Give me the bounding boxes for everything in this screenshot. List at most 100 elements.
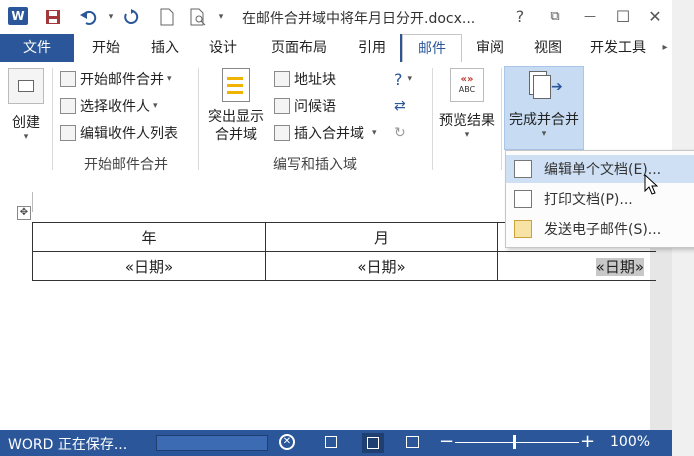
cell-date-year[interactable]: «日期» [32, 251, 266, 281]
select-recipients-button[interactable]: 选择收件人 ▾ [60, 95, 158, 117]
tab-file[interactable]: 文件 [0, 34, 74, 62]
group-divider [198, 68, 199, 170]
header-cell-year[interactable]: 年 [32, 222, 266, 252]
highlight-label-line1: 突出显示 [208, 109, 264, 125]
chevron-down-icon: ▾ [167, 74, 172, 84]
undo-dropdown-icon[interactable]: ▾ [100, 6, 122, 28]
chevron-down-icon: ▾ [372, 128, 377, 138]
preview-results-label: 预览结果 [439, 113, 495, 129]
tab-view[interactable]: 视图 [518, 34, 578, 62]
menu-item-label: 发送电子邮件(S)... [544, 222, 662, 238]
read-mode-icon[interactable] [325, 436, 337, 448]
finish-merge-icon: ➔ [527, 71, 563, 101]
title-bar: W ▾ ▾ 在邮件合并域中将年月日分开.docx... ? ⧉ — ☐ ✕ [0, 0, 672, 34]
zoom-level[interactable]: 100% [610, 434, 650, 450]
finish-merge-menu: 编辑单个文档(E)... 打印文档(P)... 发送电子邮件(S)... [505, 150, 694, 248]
tab-references[interactable]: 引用 [344, 34, 400, 62]
insert-merge-field-label: 插入合并域 [294, 126, 364, 142]
chevron-down-icon: ▾ [407, 74, 413, 84]
word-app-icon[interactable]: W [8, 7, 28, 25]
address-block-button[interactable]: 地址块 [274, 68, 336, 90]
print-layout-button[interactable] [362, 433, 384, 453]
header-cell-month[interactable]: 月 [265, 222, 498, 252]
envelope-icon [8, 68, 44, 104]
insert-field-icon [274, 125, 290, 141]
print-preview-icon[interactable] [188, 6, 210, 28]
tab-design[interactable]: 设计 [192, 34, 254, 62]
create-dropdown-icon: ▾ [23, 132, 29, 142]
write-insert-group-label: 编写和插入域 [273, 157, 357, 173]
group-divider [52, 68, 53, 170]
finish-merge-label: 完成并合并 [509, 112, 579, 128]
maximize-button[interactable]: ☐ [611, 4, 635, 28]
zoom-in-icon[interactable]: + [580, 431, 595, 452]
status-bar: WORD 正在保存... ✕ − + 100% [0, 430, 672, 456]
window-title: 在邮件合并域中将年月日分开.docx... [242, 11, 476, 27]
zoom-slider-thumb[interactable] [513, 435, 516, 449]
rules-button[interactable]: ? ▾ [394, 68, 412, 90]
menu-item-label: 打印文档(P)... [544, 192, 633, 208]
rules-icon: ? [394, 69, 403, 89]
insert-merge-field-button[interactable]: 插入合并域 ▾ [274, 122, 377, 144]
highlight-fields-icon [222, 68, 250, 102]
undo-icon[interactable] [78, 6, 100, 28]
mouse-cursor-icon [644, 173, 659, 200]
print-layout-icon [367, 437, 379, 449]
finish-merge-button[interactable]: ➔ 完成并合并 ▾ [504, 66, 584, 150]
web-layout-icon[interactable] [406, 436, 419, 448]
tab-layout[interactable]: 页面布局 [254, 34, 344, 62]
tab-home[interactable]: 开始 [74, 34, 138, 62]
edit-documents-icon [514, 160, 532, 178]
tab-mailings[interactable]: 邮件 [402, 34, 462, 63]
chevron-down-icon: ▾ [464, 130, 470, 140]
email-icon [514, 220, 532, 238]
menu-item-print-documents[interactable]: 打印文档(P)... [506, 185, 694, 213]
preview-abc-icon: «» ABC [450, 68, 484, 102]
tab-scroll-right-icon[interactable]: ▸ [658, 34, 672, 62]
customize-toolbar-icon[interactable]: ▾ [210, 6, 232, 28]
menu-item-send-email[interactable]: 发送电子邮件(S)... [506, 215, 694, 243]
cell-date-month[interactable]: «日期» [265, 251, 498, 281]
highlight-merge-fields-button[interactable]: 突出显示 合并域 [204, 66, 268, 150]
save-icon[interactable] [42, 6, 64, 28]
refresh-icon: ↻ [394, 125, 406, 141]
redo-icon[interactable] [120, 6, 142, 28]
address-block-label: 地址块 [294, 72, 336, 88]
margin-marker [32, 192, 33, 212]
minimize-button[interactable]: — [578, 4, 602, 28]
select-recipients-label: 选择收件人 [80, 99, 150, 115]
edit-recipient-list-label: 编辑收件人列表 [80, 126, 178, 142]
zoom-slider[interactable] [455, 442, 579, 443]
preview-results-button[interactable]: «» ABC 预览结果 ▾ [434, 66, 500, 150]
zoom-out-icon[interactable]: − [439, 431, 454, 452]
highlight-label-line2: 合并域 [215, 127, 257, 143]
close-button[interactable]: ✕ [643, 4, 667, 28]
address-block-icon [274, 71, 290, 87]
new-document-icon[interactable] [156, 6, 178, 28]
document-icon [60, 71, 76, 87]
tab-review[interactable]: 审阅 [462, 34, 518, 62]
greeting-line-button[interactable]: 问候语 [274, 95, 336, 117]
start-mail-merge-group-label: 开始邮件合并 [84, 157, 168, 173]
printer-icon [514, 190, 532, 208]
tab-insert[interactable]: 插入 [138, 34, 192, 62]
update-labels-button[interactable]: ↻ [394, 122, 406, 144]
tab-developer[interactable]: 开发工具 [578, 34, 658, 62]
create-label: 创建 [12, 115, 40, 131]
merge-field-highlight: «日期» [595, 257, 644, 276]
start-mail-merge-label: 开始邮件合并 [80, 72, 164, 88]
edit-recipient-list-button[interactable]: 编辑收件人列表 [60, 122, 178, 144]
table-row: «日期» «日期» «日期» [32, 251, 656, 281]
table-move-handle-icon[interactable]: ✥ [17, 206, 31, 220]
match-fields-button[interactable]: ⇄ [394, 95, 406, 117]
help-button[interactable]: ? [508, 4, 532, 28]
cell-date-day[interactable]: «日期» [497, 251, 656, 281]
group-divider [501, 68, 502, 170]
menu-item-edit-individual[interactable]: 编辑单个文档(E)... [506, 155, 694, 183]
ribbon-display-options-button[interactable]: ⧉ [543, 4, 567, 28]
status-text: WORD 正在保存... [8, 437, 128, 453]
cancel-save-icon[interactable]: ✕ [279, 434, 295, 450]
create-button[interactable]: 创建 ▾ [4, 66, 48, 150]
start-mail-merge-button[interactable]: 开始邮件合并 ▾ [60, 68, 172, 90]
recipients-icon [60, 98, 76, 114]
